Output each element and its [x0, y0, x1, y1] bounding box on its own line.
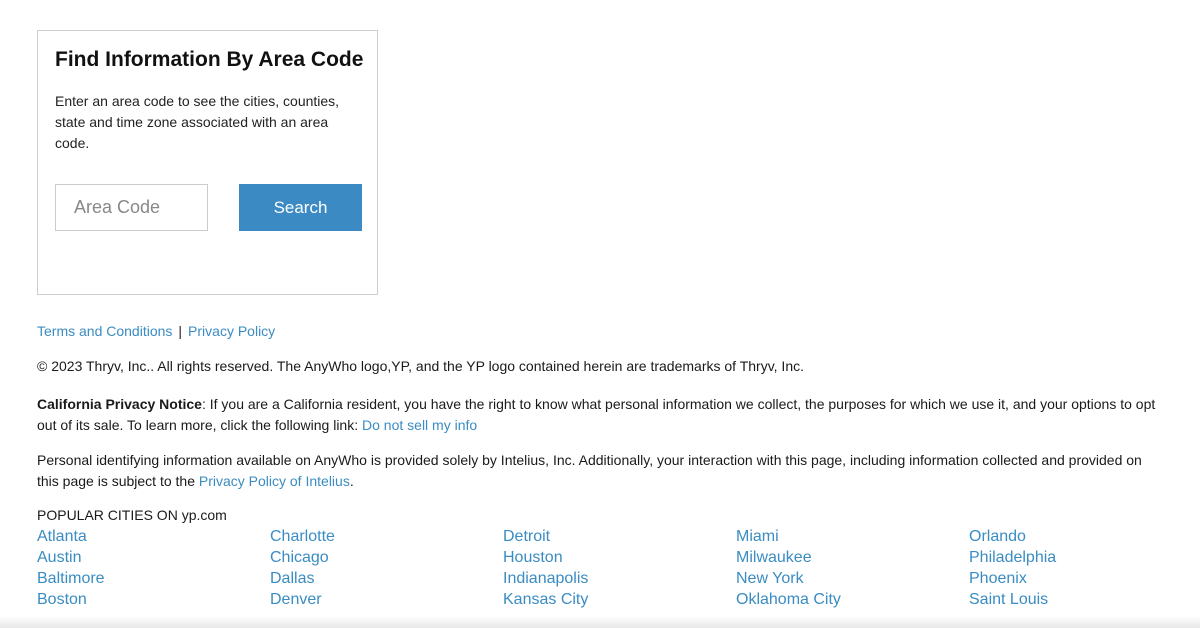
pii-notice: Personal identifying information availab… [37, 450, 1157, 492]
city-link[interactable]: Charlotte [270, 526, 490, 547]
area-code-title: Find Information By Area Code [55, 48, 364, 71]
city-link[interactable]: Phoenix [969, 568, 1189, 589]
city-column: Charlotte Chicago Dallas Denver [270, 526, 490, 610]
city-link[interactable]: Chicago [270, 547, 490, 568]
popular-cities-title: POPULAR CITIES ON yp.com [37, 507, 227, 523]
city-link[interactable]: Milwaukee [736, 547, 956, 568]
city-link[interactable]: Baltimore [37, 568, 257, 589]
city-link[interactable]: Orlando [969, 526, 1189, 547]
city-link[interactable]: Atlanta [37, 526, 257, 547]
do-not-sell-link[interactable]: Do not sell my info [362, 417, 477, 433]
city-link[interactable]: Kansas City [503, 589, 723, 610]
footer-link-separator: | [178, 323, 183, 339]
city-column: Detroit Houston Indianapolis Kansas City [503, 526, 723, 610]
area-code-input[interactable] [55, 184, 208, 231]
city-link[interactable]: Dallas [270, 568, 490, 589]
city-link[interactable]: Detroit [503, 526, 723, 547]
city-link[interactable]: Indianapolis [503, 568, 723, 589]
city-link[interactable]: New York [736, 568, 956, 589]
copyright-text: © 2023 Thryv, Inc.. All rights reserved.… [37, 358, 804, 374]
city-link[interactable]: Saint Louis [969, 589, 1189, 610]
search-button[interactable]: Search [239, 184, 362, 231]
popular-cities-grid: Atlanta Austin Baltimore Boston Charlott… [37, 526, 1200, 628]
city-column: Miami Milwaukee New York Oklahoma City [736, 526, 956, 610]
city-column: Orlando Philadelphia Phoenix Saint Louis [969, 526, 1189, 610]
city-link[interactable]: Austin [37, 547, 257, 568]
california-privacy-text: : If you are a California resident, you … [37, 396, 1156, 433]
terms-and-conditions-link[interactable]: Terms and Conditions [37, 323, 172, 339]
area-code-search-panel: Find Information By Area Code Enter an a… [37, 30, 378, 295]
city-link[interactable]: Philadelphia [969, 547, 1189, 568]
city-link[interactable]: Oklahoma City [736, 589, 956, 610]
california-privacy-notice: California Privacy Notice: If you are a … [37, 394, 1177, 436]
city-link[interactable]: Miami [736, 526, 956, 547]
city-link[interactable]: Houston [503, 547, 723, 568]
footer-links: Terms and Conditions | Privacy Policy [37, 323, 275, 340]
privacy-policy-link[interactable]: Privacy Policy [188, 323, 275, 339]
page: Find Information By Area Code Enter an a… [0, 0, 1200, 628]
intelius-privacy-link[interactable]: Privacy Policy of Intelius [199, 473, 350, 489]
city-link[interactable]: Boston [37, 589, 257, 610]
area-code-description: Enter an area code to see the cities, co… [55, 93, 340, 151]
california-privacy-heading: California Privacy Notice [37, 396, 202, 412]
city-link[interactable]: Denver [270, 589, 490, 610]
city-column: Atlanta Austin Baltimore Boston [37, 526, 257, 610]
pii-notice-suffix: . [349, 473, 354, 489]
